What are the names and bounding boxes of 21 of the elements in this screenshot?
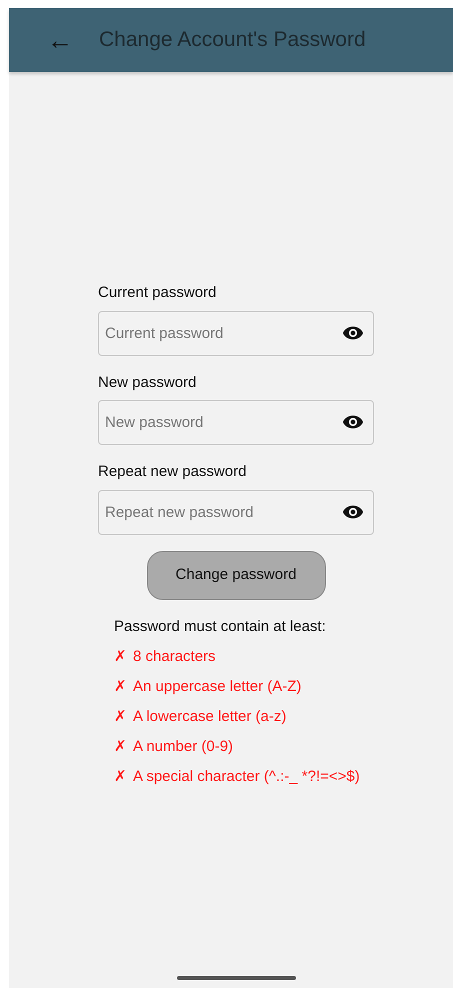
cross-mark: ✗ [114,677,127,697]
requirements-heading: Password must contain at least: [114,616,327,636]
password-field[interactable]: Current password [98,310,374,356]
requirement-text: A special character (^.:-_ *?!=<>$) [133,767,360,787]
show-password-icon[interactable] [342,504,364,520]
requirement-text: A number (0-9) [133,737,234,757]
screen-title: Change Account's Password [99,27,366,53]
requirement-text: An uppercase letter (A-Z) [133,677,302,697]
cross-mark: ✗ [114,737,127,757]
requirement-text: 8 characters [133,647,216,667]
field-label: Current password [98,283,218,303]
show-password-icon[interactable] [342,324,364,340]
field-label: New password [98,372,198,392]
field-label: Repeat new password [98,462,248,482]
cross-mark: ✗ [114,767,127,787]
cross-mark: ✗ [114,707,127,727]
requirement-text: A lowercase letter (a-z) [133,707,286,727]
show-password-icon[interactable] [342,414,364,430]
password-field[interactable]: Repeat new password [98,490,374,534]
cross-mark: ✗ [114,647,127,667]
password-field[interactable]: New password [98,400,374,445]
